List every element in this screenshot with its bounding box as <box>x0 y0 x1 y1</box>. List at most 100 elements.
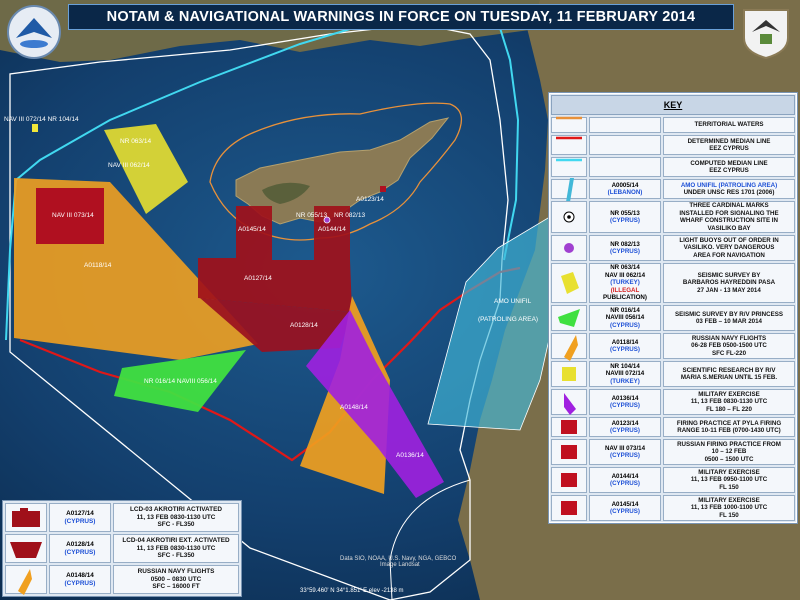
label-a0128: A0128/14 <box>290 322 318 329</box>
red-square-icon <box>561 445 577 459</box>
key-desc-line: VASILIKO BAY <box>707 224 751 232</box>
key-symbol-cell <box>551 235 587 261</box>
key-row: A0118/14 (CYPRUS) RUSSIAN NAVY FLIGHTS 06-2… <box>551 333 795 361</box>
key-ref-cell: NR 104/14 NAVIII 072/14 (TURKEY) <box>589 361 661 387</box>
key-ref-cell: NR 055/13 (CYPRUS) <box>589 201 661 233</box>
key-symbol-cell <box>551 495 587 521</box>
label-nr062: NAV III 062/14 <box>108 162 150 169</box>
key-desc-line: RANGE 10-11 FEB (0700-1430 UTC) <box>677 427 781 434</box>
key-ref-cell: NAV III 073/14 (CYPRUS) <box>589 439 661 465</box>
key-symbol-cell <box>551 417 587 437</box>
bottom-key-symbol-cell <box>5 565 47 595</box>
key-symbol-cell <box>551 201 587 233</box>
key-ref-line: NAV III 073/14 <box>604 444 646 452</box>
key-desc-line: SEISMIC SURVEY BY <box>697 271 761 279</box>
bottom-key-ref-line: (CYPRUS) <box>64 517 96 525</box>
bottom-key-row: A0128/14 (CYPRUS) LCD-04 AKROTIRI EXT. ACT… <box>5 534 239 563</box>
key-desc-cell: TERRITORIAL WATERS <box>663 117 795 133</box>
key-desc-cell: COMPUTED MEDIAN LINE EEZ CYPRUS <box>663 157 795 177</box>
bottom-key-ref-cell: A0148/14 (CYPRUS) <box>49 565 111 594</box>
key-ref-line: (CYPRUS) <box>610 217 640 224</box>
key-desc-line: RUSSIAN NAVY FLIGHTS <box>691 334 767 342</box>
label-a0136: A0136/14 <box>396 452 424 459</box>
key-desc-line: MILITARY EXERCISE <box>698 496 760 504</box>
bottom-key-desc-line: LCD-04 AKROTIRI EXT. ACTIVATED <box>122 537 230 545</box>
key-desc-line: 27 JAN - 13 MAY 2014 <box>697 286 761 294</box>
map-credits: Data SIO, NOAA, U.S. Navy, NGA, GEBCO Im… <box>340 556 456 568</box>
key-ref-line: A0005/14 <box>611 181 639 189</box>
key-desc-line: EEZ CYPRUS <box>709 167 749 174</box>
label-nr016: NR 016/14 NAVIII 056/14 <box>144 378 217 385</box>
bottom-key-desc-line: RUSSIAN NAVY FLIGHTS <box>137 568 215 576</box>
key-row: NR 016/14 NAVIII 056/14 (CYPRUS) SEISMIC SU… <box>551 305 795 331</box>
cyan-area-icon <box>566 178 574 202</box>
bottom-key-symbol-cell <box>5 503 47 532</box>
key-ref-cell: A0136/14 (CYPRUS) <box>589 389 661 415</box>
bottom-key-desc-line: SFC - FL350 <box>157 552 195 560</box>
key-desc-line: SFC FL-220 <box>711 349 747 357</box>
bottom-key-desc-line: 0500 – 0830 UTC <box>150 575 202 583</box>
key-desc-cell: MILITARY EXERCISE 11, 13 FEB 0830-1130 UT… <box>663 389 795 415</box>
orange-area-icon <box>564 335 578 361</box>
label-a0144: A0144/14 <box>318 226 346 233</box>
key-row: A0136/14 (CYPRUS) MILITARY EXERCISE 11, 13 … <box>551 389 795 415</box>
darkred-shape-icon <box>12 507 40 527</box>
key-desc-line: COMPUTED MEDIAN LINE <box>690 159 768 167</box>
key-desc-line: 06-28 FEB 0500-1500 UTC <box>691 342 767 350</box>
label-nav-072: NAV III 072/14 NR 104/14 <box>4 116 79 123</box>
key-desc-line: 03 FEB – 10 MAR 2014 <box>695 318 763 325</box>
key-symbol-cell <box>551 439 587 465</box>
key-desc-line: FL 180 – FL 220 <box>706 405 752 413</box>
key-ref-line: NAVIII 056/14 <box>605 314 645 322</box>
key-ref-line: (LEBANON) <box>607 189 643 196</box>
key-row: A0005/14 (LEBANON) AMO UNIFIL (PATROLING A… <box>551 178 795 202</box>
label-a0127: A0127/14 <box>244 275 272 282</box>
page-title: NOTAM & NAVIGATIONAL WARNINGS IN FORCE O… <box>106 9 696 25</box>
key-row: A0144/14 (CYPRUS) MILITARY EXERCISE 11, 13 … <box>551 467 795 493</box>
key-ref-cell: A0005/14 (LEBANON) <box>589 179 661 199</box>
key-desc-line: VASILIKO. VERY DANGEROUS <box>683 244 775 252</box>
bottom-key-ref-line: (CYPRUS) <box>64 548 96 556</box>
bottom-key-desc-cell: LCD-04 AKROTIRI EXT. ACTIVATED 11, 13 FEB… <box>113 534 239 563</box>
bottom-key-ref-cell: A0127/14 (CYPRUS) <box>49 503 111 532</box>
key-ref-line: NR 055/13 <box>610 209 640 217</box>
orange-area-icon <box>18 568 32 595</box>
bottom-key-ref-line: (CYPRUS) <box>64 579 96 587</box>
bottom-key-rows: A0127/14 (CYPRUS) LCD-03 AKROTIRI ACTIVATE… <box>3 503 241 595</box>
key-symbol-cell <box>551 467 587 493</box>
key-ref-line: (CYPRUS) <box>610 321 640 329</box>
key-ref-line: NR 016/14 <box>610 306 640 314</box>
yellow-square-icon <box>562 367 576 381</box>
key-row: NR 063/14 NAV III 062/14 (TURKEY) (ILLEGAL P… <box>551 263 795 303</box>
key-desc-line: MILITARY EXERCISE <box>698 390 760 398</box>
key-desc-cell: LIGHT BUOYS OUT OF ORDER IN VASILIKO. VER… <box>663 235 795 261</box>
key-desc-line: FL 150 <box>719 511 739 519</box>
bottom-key-symbol-cell <box>5 534 47 563</box>
key-desc-line: FL 150 <box>719 483 739 491</box>
key-desc-cell: FIRING PRACTICE AT PYLA FIRING RANGE 10-1… <box>663 417 795 437</box>
key-ref-line: A0123/14 <box>611 419 639 427</box>
key-desc-line: AREA FOR NAVIGATION <box>693 251 765 259</box>
bottom-key-row: A0127/14 (CYPRUS) LCD-03 AKROTIRI ACTIVATE… <box>5 503 239 532</box>
key-ref-cell <box>589 117 661 133</box>
key-ref-line: (ILLEGAL <box>610 286 640 294</box>
key-ref-cell <box>589 157 661 177</box>
key-ref-cell: A0144/14 (CYPRUS) <box>589 467 661 493</box>
label-a0118: A0118/14 <box>84 262 112 269</box>
key-ref-cell <box>589 135 661 155</box>
key-row: A0123/14 (CYPRUS) FIRING PRACTICE AT PYLA … <box>551 417 795 437</box>
bottom-key-row: A0148/14 (CYPRUS) RUSSIAN NAVY FLIGHTS 0500… <box>5 565 239 595</box>
key-desc-line: BARBAROS HAYREDDIN PASA <box>682 279 776 287</box>
bottom-key-ref-line: A0127/14 <box>66 510 94 517</box>
key-desc-line: MILITARY EXERCISE <box>698 468 760 476</box>
key-ref-line: NAV III 062/14 <box>604 271 646 279</box>
bottom-key-desc-cell: LCD-03 AKROTIRI ACTIVATED 11, 13 FEB 0830… <box>113 503 239 532</box>
label-nr063: NR 063/14 <box>120 138 152 145</box>
key-row: NR 082/13 (CYPRUS) LIGHT BUOYS OUT OF ORDE… <box>551 235 795 261</box>
key-desc-line: MARIA S.MERIAN UNTIL 15 FEB. <box>680 374 778 381</box>
key-desc-cell: RUSSIAN NAVY FLIGHTS 06-28 FEB 0500-1500 … <box>663 333 795 359</box>
bottom-key-desc-line: 11, 13 FEB 0830-1130 UTC <box>136 544 216 552</box>
key-desc-line: 10 – 12 FEB <box>711 448 747 456</box>
key-ref-cell: A0145/14 (CYPRUS) <box>589 495 661 521</box>
key-desc-line: UNDER UNSC RES 1701 (2006) <box>683 189 775 196</box>
